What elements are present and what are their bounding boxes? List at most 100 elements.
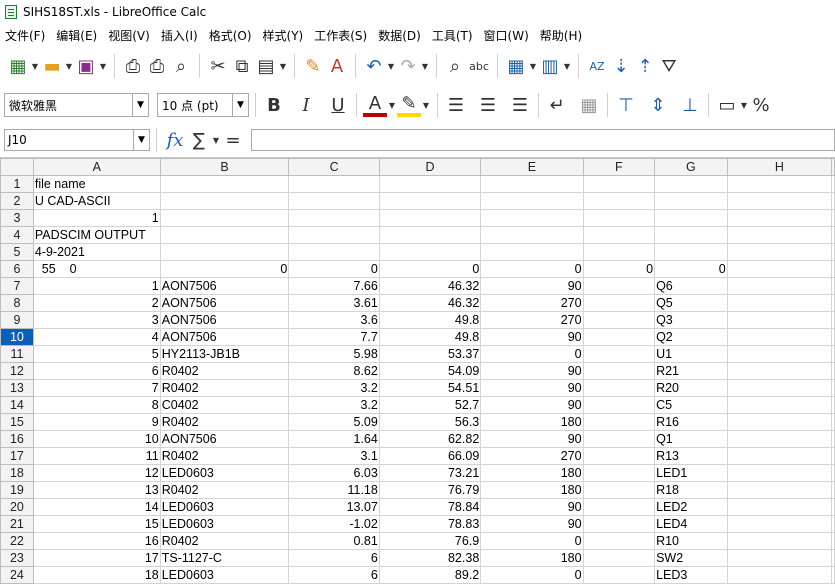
menu-item[interactable]: 视图(V) (108, 27, 150, 44)
cell[interactable]: 78.84 (378, 498, 482, 516)
highlight-dropdown-icon[interactable]: ▼ (421, 101, 431, 110)
cell[interactable]: 8 (32, 396, 161, 414)
cell[interactable]: LED0603 (159, 498, 290, 516)
cell[interactable]: TS-1127-C (159, 549, 290, 567)
cell[interactable] (726, 294, 833, 312)
row-header[interactable]: 17 (0, 447, 34, 465)
cut-icon[interactable]: ✂ (206, 54, 230, 78)
cell[interactable] (654, 192, 728, 210)
menu-item[interactable]: 工作表(S) (314, 27, 367, 44)
row-header[interactable]: 11 (0, 345, 34, 363)
cell[interactable]: 4-9-2021 (32, 243, 161, 261)
cell[interactable]: R0402 (159, 379, 290, 397)
row-header[interactable]: 9 (0, 311, 34, 329)
cell[interactable] (831, 277, 835, 295)
cell[interactable]: 1 (32, 277, 161, 295)
cell[interactable]: R13 (654, 447, 728, 465)
font-color-icon[interactable]: A (363, 93, 387, 117)
cell[interactable]: 90 (480, 396, 584, 414)
cell[interactable]: 90 (480, 498, 584, 516)
cell[interactable] (726, 447, 833, 465)
cell[interactable] (159, 243, 290, 261)
cell[interactable]: 7 (32, 379, 161, 397)
cell[interactable] (288, 192, 380, 210)
sum-icon[interactable]: ∑ (187, 128, 211, 152)
cell[interactable]: 90 (480, 430, 584, 448)
cell[interactable] (288, 226, 380, 244)
cell[interactable] (480, 192, 584, 210)
cell[interactable]: 82.38 (378, 549, 482, 567)
cell[interactable] (159, 209, 290, 227)
paste-dropdown-icon[interactable]: ▼ (278, 62, 288, 71)
cell[interactable]: 0 (654, 260, 728, 278)
font-color-dropdown-icon[interactable]: ▼ (387, 101, 397, 110)
cell[interactable] (726, 260, 833, 278)
cell[interactable]: 7.66 (288, 277, 380, 295)
number-format-dropdown-icon[interactable]: ▼ (739, 101, 749, 110)
print-preview-icon[interactable]: ⌕ (169, 54, 193, 78)
cell[interactable]: 13 (32, 481, 161, 499)
name-box[interactable]: J10 ▼ (4, 129, 150, 151)
cell[interactable]: LED4 (654, 515, 728, 533)
column-header[interactable] (831, 158, 835, 176)
cell[interactable]: 90 (480, 277, 584, 295)
cell[interactable] (726, 345, 833, 363)
row-header[interactable]: 18 (0, 464, 34, 482)
cell[interactable]: 5.09 (288, 413, 380, 431)
cell[interactable] (582, 243, 656, 261)
open-folder-icon[interactable]: ▬ (40, 54, 64, 78)
cell[interactable]: 49.8 (378, 328, 482, 346)
cell[interactable] (726, 362, 833, 380)
cell[interactable]: 46.32 (378, 277, 482, 295)
function-wizard-icon[interactable]: fx (163, 128, 187, 152)
row-header[interactable]: 13 (0, 379, 34, 397)
new-dropdown-icon[interactable]: ▼ (30, 62, 40, 71)
cell[interactable]: AON7506 (159, 328, 290, 346)
cell[interactable] (726, 481, 833, 499)
cell[interactable] (159, 175, 290, 193)
cell[interactable]: 11.18 (288, 481, 380, 499)
percent-icon[interactable]: % (749, 93, 773, 117)
cell[interactable]: 270 (480, 447, 584, 465)
row-header[interactable]: 12 (0, 362, 34, 380)
cell[interactable] (831, 396, 835, 414)
column-header[interactable]: G (654, 158, 728, 176)
clone-formatting-icon[interactable]: ✎ (301, 54, 325, 78)
cell[interactable]: 270 (480, 294, 584, 312)
cell[interactable] (831, 260, 835, 278)
menu-item[interactable]: 数据(D) (378, 27, 421, 44)
cell[interactable]: R0402 (159, 532, 290, 550)
cell[interactable]: 1.64 (288, 430, 380, 448)
cell[interactable] (159, 226, 290, 244)
cell[interactable] (654, 243, 728, 261)
cell[interactable] (582, 209, 656, 227)
cell[interactable]: R10 (654, 532, 728, 550)
cell[interactable]: 3 (32, 311, 161, 329)
cell[interactable]: 5.98 (288, 345, 380, 363)
wrap-text-icon[interactable]: ↵ (545, 93, 569, 117)
sort-icon[interactable]: AZ (585, 54, 609, 78)
cell[interactable] (582, 311, 656, 329)
cell[interactable]: 46.32 (378, 294, 482, 312)
row-header[interactable]: 8 (0, 294, 34, 312)
cell[interactable] (726, 379, 833, 397)
cell[interactable]: 49.8 (378, 311, 482, 329)
align-middle-icon[interactable]: ⇕ (646, 93, 670, 117)
cell[interactable]: 3.61 (288, 294, 380, 312)
cell[interactable] (726, 226, 833, 244)
cell[interactable]: 0.81 (288, 532, 380, 550)
cell[interactable] (831, 379, 835, 397)
cell[interactable]: 55 0 (32, 260, 161, 278)
cell[interactable] (654, 175, 728, 193)
align-center-icon[interactable]: ☰ (476, 93, 500, 117)
cell[interactable]: 180 (480, 481, 584, 499)
cell[interactable] (582, 294, 656, 312)
cell[interactable]: 78.83 (378, 515, 482, 533)
cell[interactable]: 14 (32, 498, 161, 516)
cell[interactable]: LED0603 (159, 566, 290, 584)
cell[interactable]: 0 (480, 532, 584, 550)
cell[interactable] (726, 430, 833, 448)
cell[interactable]: 16 (32, 532, 161, 550)
cell[interactable]: LED0603 (159, 515, 290, 533)
cell[interactable] (288, 209, 380, 227)
